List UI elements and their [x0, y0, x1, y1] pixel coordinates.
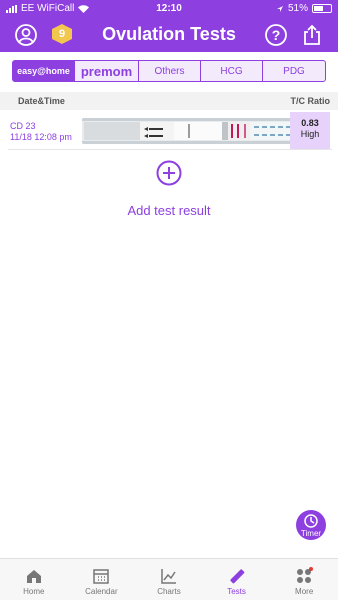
- more-icon: [297, 567, 314, 583]
- brand-tab-easy-home[interactable]: easy@home: [13, 61, 75, 81]
- tab-calendar[interactable]: Calendar: [68, 559, 136, 600]
- column-tc-ratio: T/C Ratio: [290, 96, 331, 106]
- share-icon[interactable]: [300, 23, 324, 47]
- tab-tests-label: Tests: [227, 587, 246, 596]
- timer-label: Timer: [300, 529, 322, 538]
- brand-tab-pdg[interactable]: PDG: [263, 61, 325, 81]
- add-test-section: Add test result: [0, 160, 338, 218]
- status-bar: EE WiFiCall 12:10 51%: [0, 0, 338, 18]
- battery-icon: [312, 4, 332, 13]
- tests-icon: [229, 569, 244, 584]
- location-icon: [276, 5, 283, 12]
- cycle-day: CD 23: [10, 121, 36, 131]
- table-header: Date&Time T/C Ratio: [0, 92, 338, 110]
- tab-home-label: Home: [23, 587, 45, 596]
- test-datetime: 11/18 12:08 pm: [10, 132, 72, 142]
- column-date-time: Date&Time: [18, 96, 65, 106]
- add-circle-icon[interactable]: [156, 160, 182, 186]
- brand-tab-hcg[interactable]: HCG: [201, 61, 263, 81]
- brand-tab-premom[interactable]: premom: [75, 61, 139, 81]
- bottom-tab-bar: Home Calendar Charts Tests More: [0, 558, 338, 600]
- tab-more-label: More: [295, 587, 314, 596]
- tc-ratio-cell: 0.83 High: [290, 112, 330, 149]
- row-date: CD 23 11/18 12:08 pm: [10, 121, 72, 143]
- timer-button[interactable]: Timer: [296, 510, 326, 540]
- table-row[interactable]: CD 23 11/18 12:08 pm 0.83 High: [8, 112, 332, 150]
- tab-calendar-label: Calendar: [85, 587, 118, 596]
- brand-tab-others[interactable]: Others: [139, 61, 201, 81]
- timer-icon: [304, 514, 318, 528]
- tab-charts-label: Charts: [157, 587, 181, 596]
- help-icon[interactable]: ?: [264, 23, 288, 47]
- tab-tests[interactable]: Tests: [203, 559, 271, 600]
- tab-charts[interactable]: Charts: [135, 559, 203, 600]
- battery-percent: 51%: [287, 3, 308, 14]
- home-icon: [26, 570, 41, 583]
- brand-selector: easy@home premom Others HCG PDG: [12, 60, 326, 82]
- app-header: EE WiFiCall 12:10 51% 9 Ovulation Tests …: [0, 0, 338, 52]
- svg-text:?: ?: [272, 27, 281, 43]
- add-test-result-button[interactable]: Add test result: [0, 203, 338, 218]
- test-strip-image: [82, 118, 294, 144]
- tab-home[interactable]: Home: [0, 559, 68, 600]
- tab-more[interactable]: More: [270, 559, 338, 600]
- nav-bar: 9 Ovulation Tests ?: [0, 18, 338, 52]
- lh-level: High: [300, 129, 320, 139]
- charts-icon: [161, 569, 176, 584]
- tc-ratio-value: 0.83: [301, 118, 319, 128]
- calendar-icon: [93, 569, 110, 584]
